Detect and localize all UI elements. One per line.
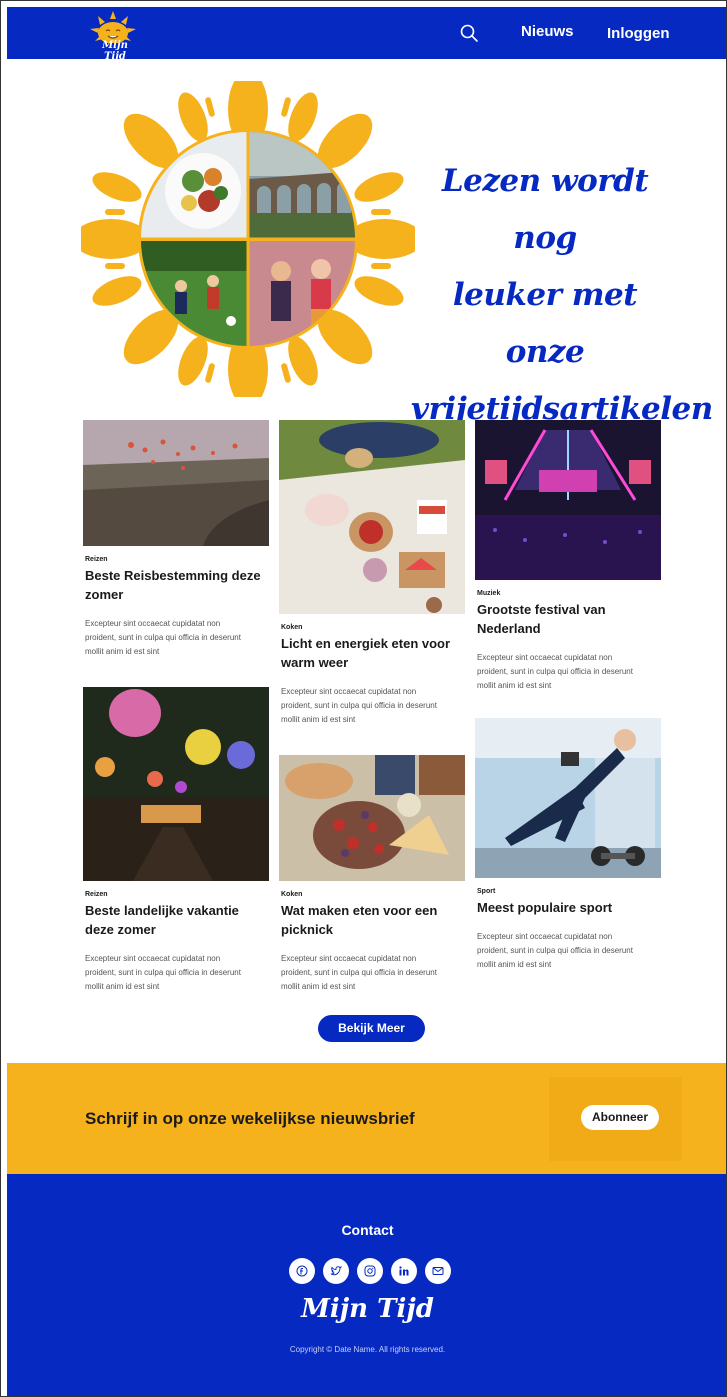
article-excerpt: Excepteur sint occaecat cupidatat non pr… (281, 687, 437, 724)
subscribe-button[interactable]: Abonneer (581, 1105, 659, 1130)
article-card-1[interactable]: Reizen Beste Reisbestemming deze zomer E… (83, 420, 269, 659)
article-card-5[interactable]: Koken Wat maken eten voor een picknick E… (279, 755, 465, 994)
mail-button[interactable] (425, 1258, 451, 1284)
site-logo[interactable]: Mijn Tijd (85, 9, 141, 62)
article-card-3[interactable]: Muziek Grootste festival van Nederland E… (475, 420, 661, 693)
instagram-icon (364, 1265, 376, 1277)
article-image[interactable] (279, 755, 465, 881)
article-excerpt: Excepteur sint occaecat cupidatat non pr… (281, 954, 437, 991)
footer-logo[interactable]: Mijn Tijd (7, 1294, 726, 1324)
copyright-text: Copyright © Date Name. All rights reserv… (289, 1345, 446, 1354)
article-category: Koken (281, 624, 303, 631)
search-icon (460, 24, 478, 42)
article-category: Reizen (85, 556, 108, 563)
article-image[interactable] (279, 420, 465, 614)
nav-link-news[interactable]: Nieuws (521, 23, 574, 40)
article-image[interactable] (475, 420, 661, 580)
hero-title: Lezen wordt nog leuker met onze vrijetij… (411, 153, 713, 438)
article-category: Sport (477, 888, 496, 895)
article-category: Reizen (85, 891, 108, 898)
footer: Contact Mijn Tijd Copyright © Date Name.… (7, 1174, 726, 1396)
article-category: Muziek (477, 590, 501, 597)
article-excerpt: Excepteur sint occaecat cupidatat non pr… (85, 619, 241, 656)
hero-title-line-1: Lezen wordt nog (441, 163, 649, 256)
article-card-6[interactable]: Sport Meest populaire sport Excepteur si… (475, 718, 661, 972)
nav-link-login[interactable]: Inloggen (607, 25, 670, 42)
article-excerpt: Excepteur sint occaecat cupidatat non pr… (85, 954, 241, 991)
instagram-button[interactable] (357, 1258, 383, 1284)
facebook-button[interactable] (289, 1258, 315, 1284)
article-title[interactable]: Wat maken eten voor een picknick (279, 901, 465, 939)
article-excerpt: Excepteur sint occaecat cupidatat non pr… (477, 932, 633, 969)
twitter-icon (330, 1266, 342, 1276)
article-card-4[interactable]: Reizen Beste landelijke vakantie deze zo… (83, 687, 269, 994)
hero-sun-collage (73, 71, 423, 407)
article-card-2[interactable]: Koken Licht en energiek eten voor warm w… (279, 420, 465, 727)
search-button[interactable] (459, 23, 479, 43)
facebook-icon (296, 1265, 308, 1277)
article-excerpt: Excepteur sint occaecat cupidatat non pr… (477, 653, 633, 690)
newsletter-section: Schrijf in op onze wekelijkse nieuwsbrie… (7, 1063, 726, 1174)
article-title[interactable]: Beste Reisbestemming deze zomer (83, 566, 269, 604)
newsletter-title: Schrijf in op onze wekelijkse nieuwsbrie… (85, 1109, 415, 1128)
article-title[interactable]: Beste landelijke vakantie deze zomer (83, 901, 269, 939)
linkedin-icon (399, 1266, 409, 1276)
page: Mijn Tijd Nieuws Inloggen Lezen wordt no… (0, 0, 727, 1397)
footer-contact-title: Contact (341, 1222, 394, 1238)
social-links (289, 1258, 453, 1284)
logo-text: Mijn Tijd (102, 40, 128, 62)
linkedin-button[interactable] (391, 1258, 417, 1284)
article-title[interactable]: Licht en energiek eten voor warm weer (279, 634, 465, 672)
show-more-button[interactable]: Bekijk Meer (318, 1015, 425, 1042)
article-image[interactable] (475, 718, 661, 878)
twitter-button[interactable] (323, 1258, 349, 1284)
article-category: Koken (281, 891, 303, 898)
article-image[interactable] (83, 420, 269, 546)
sun-logo-icon (90, 11, 136, 44)
mail-icon (432, 1267, 444, 1275)
article-title[interactable]: Meest populaire sport (475, 898, 661, 917)
top-navbar: Mijn Tijd Nieuws Inloggen (7, 7, 726, 62)
article-image[interactable] (83, 687, 269, 881)
hero-title-line-2: leuker met onze (452, 277, 638, 370)
article-title[interactable]: Grootste festival van Nederland (475, 600, 661, 638)
